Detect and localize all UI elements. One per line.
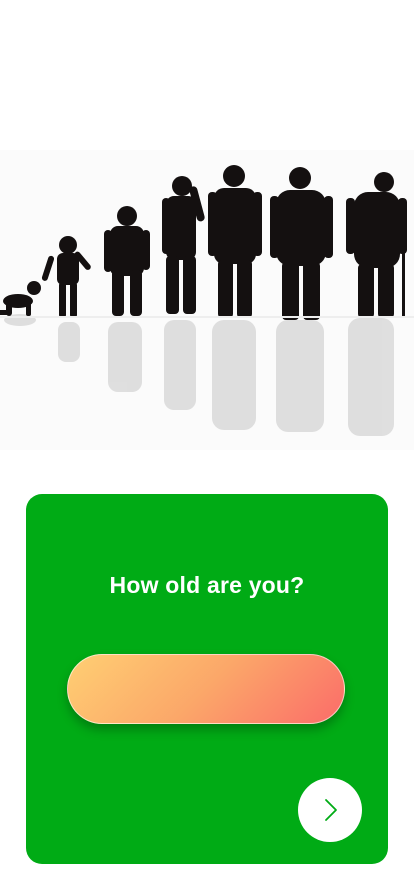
- next-button[interactable]: [298, 778, 362, 842]
- age-progression-image: [0, 150, 414, 450]
- age-input[interactable]: [67, 654, 345, 724]
- age-screen: How old are you?: [0, 0, 414, 896]
- age-question-card: How old are you?: [26, 494, 388, 864]
- chevron-right-icon: [325, 799, 337, 821]
- question-title: How old are you?: [109, 572, 305, 598]
